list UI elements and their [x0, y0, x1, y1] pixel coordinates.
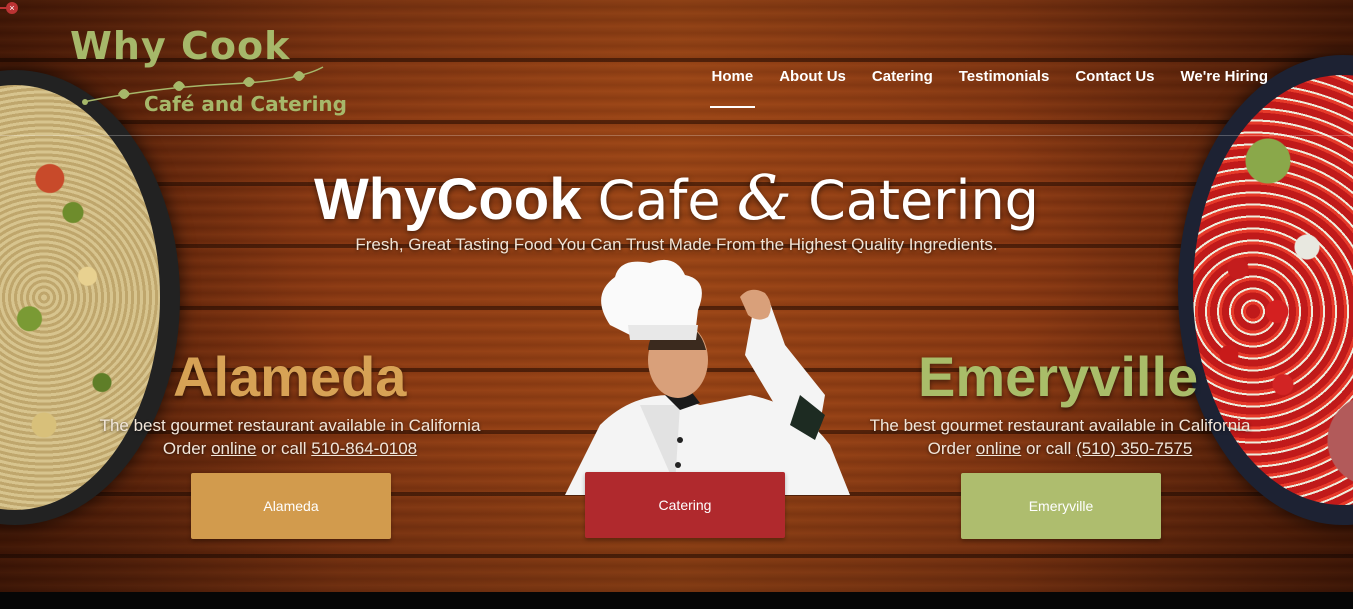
close-icon[interactable]: × [6, 2, 18, 14]
main-nav: Home About Us Catering Testimonials Cont… [709, 68, 1268, 108]
hero-title-cafe: Cafe [597, 169, 721, 232]
chef-image [565, 259, 850, 495]
alameda-order-line: Order online or call 510-864-0108 [80, 439, 500, 459]
emeryville-tagline: The best gourmet restaurant available in… [869, 416, 1251, 435]
logo-subtitle: Café and Catering [144, 92, 347, 116]
nav-were-hiring[interactable]: We're Hiring [1181, 68, 1268, 85]
hero-title-bold: WhyCook [314, 167, 582, 232]
emeryville-title: Emeryville [918, 345, 1199, 408]
alameda-tagline: The best gourmet restaurant available in… [99, 416, 481, 435]
catering-button[interactable]: Catering [585, 472, 785, 538]
nav-contact-us[interactable]: Contact Us [1075, 68, 1154, 85]
emeryville-order-prefix: Order [927, 439, 972, 458]
emeryville-button[interactable]: Emeryville [961, 473, 1161, 539]
alameda-button[interactable]: Alameda [191, 473, 391, 539]
alameda-order-mid: or call [261, 439, 307, 458]
nav-testimonials[interactable]: Testimonials [959, 68, 1050, 85]
hero-section: Why Cook Café and Catering Home About Us… [0, 0, 1353, 592]
alameda-title: Alameda [173, 345, 407, 408]
logo-title: Why Cook [70, 24, 291, 68]
alameda-phone-link[interactable]: 510-864-0108 [311, 439, 417, 458]
nav-about-us[interactable]: About Us [779, 68, 846, 85]
nav-home[interactable]: Home [709, 68, 755, 108]
emeryville-online-link[interactable]: online [976, 439, 1021, 458]
site-logo[interactable]: Why Cook Café and Catering [68, 22, 378, 122]
hero-title-catering: Catering [808, 169, 1039, 232]
alameda-order-prefix: Order [162, 439, 207, 458]
emeryville-order-line: Order online or call (510) 350-7575 [850, 439, 1270, 459]
nav-catering[interactable]: Catering [872, 68, 933, 85]
hero-title-ampersand: & [736, 161, 792, 234]
bottom-strip [0, 592, 1353, 609]
hero-title: WhyCook Cafe & Catering [0, 163, 1353, 236]
emeryville-phone-link[interactable]: (510) 350-7575 [1076, 439, 1192, 458]
site-header: Why Cook Café and Catering Home About Us… [0, 0, 1353, 136]
emeryville-order-mid: or call [1025, 439, 1072, 458]
hero-subtitle: Fresh, Great Tasting Food You Can Trust … [355, 235, 998, 254]
alameda-online-link[interactable]: online [211, 439, 256, 458]
